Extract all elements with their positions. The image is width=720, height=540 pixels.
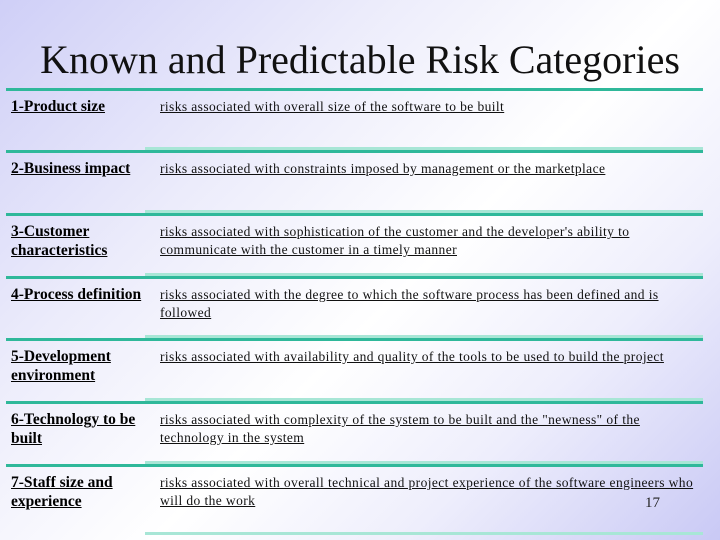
row-divider	[6, 88, 703, 91]
category-label: 7-Staff size and experience	[11, 474, 113, 510]
category-label: 6-Technology to be built	[11, 411, 136, 447]
category-description: risks associated with sophistication of …	[160, 224, 630, 257]
category-description: risks associated with overall size of th…	[160, 99, 505, 114]
bottom-divider-highlight	[145, 532, 703, 535]
category-label: 4-Process definition	[11, 286, 142, 303]
table-row: 5-Development environment risks associat…	[0, 335, 720, 401]
row-divider	[6, 338, 703, 341]
table-row: 4-Process definition risks associated wi…	[0, 273, 720, 339]
row-divider	[6, 276, 703, 279]
row-divider	[6, 401, 703, 404]
category-description: risks associated with constraints impose…	[160, 161, 606, 176]
row-divider	[6, 150, 703, 153]
table-row: 7-Staff size and experience risks associ…	[0, 461, 720, 527]
page-number: 17	[645, 495, 660, 511]
slide-title: Known and Predictable Risk Categories	[40, 37, 680, 82]
table-row: 2-Business impact risks associated with …	[0, 147, 720, 213]
category-label: 1-Product size	[11, 98, 105, 115]
category-description: risks associated with overall technical …	[160, 475, 694, 508]
table-row: 3-Customer characteristics risks associa…	[0, 210, 720, 276]
row-divider	[6, 213, 703, 216]
category-description: risks associated with availability and q…	[160, 349, 664, 364]
category-label: 3-Customer characteristics	[11, 223, 108, 259]
category-description: risks associated with the degree to whic…	[160, 287, 659, 320]
category-label: 2-Business impact	[11, 160, 131, 177]
category-label: 5-Development environment	[11, 348, 111, 384]
table-row: 6-Technology to be built risks associate…	[0, 398, 720, 464]
table-row: 1-Product size risks associated with ove…	[0, 88, 720, 151]
category-description: risks associated with complexity of the …	[160, 412, 640, 445]
row-divider	[6, 464, 703, 467]
